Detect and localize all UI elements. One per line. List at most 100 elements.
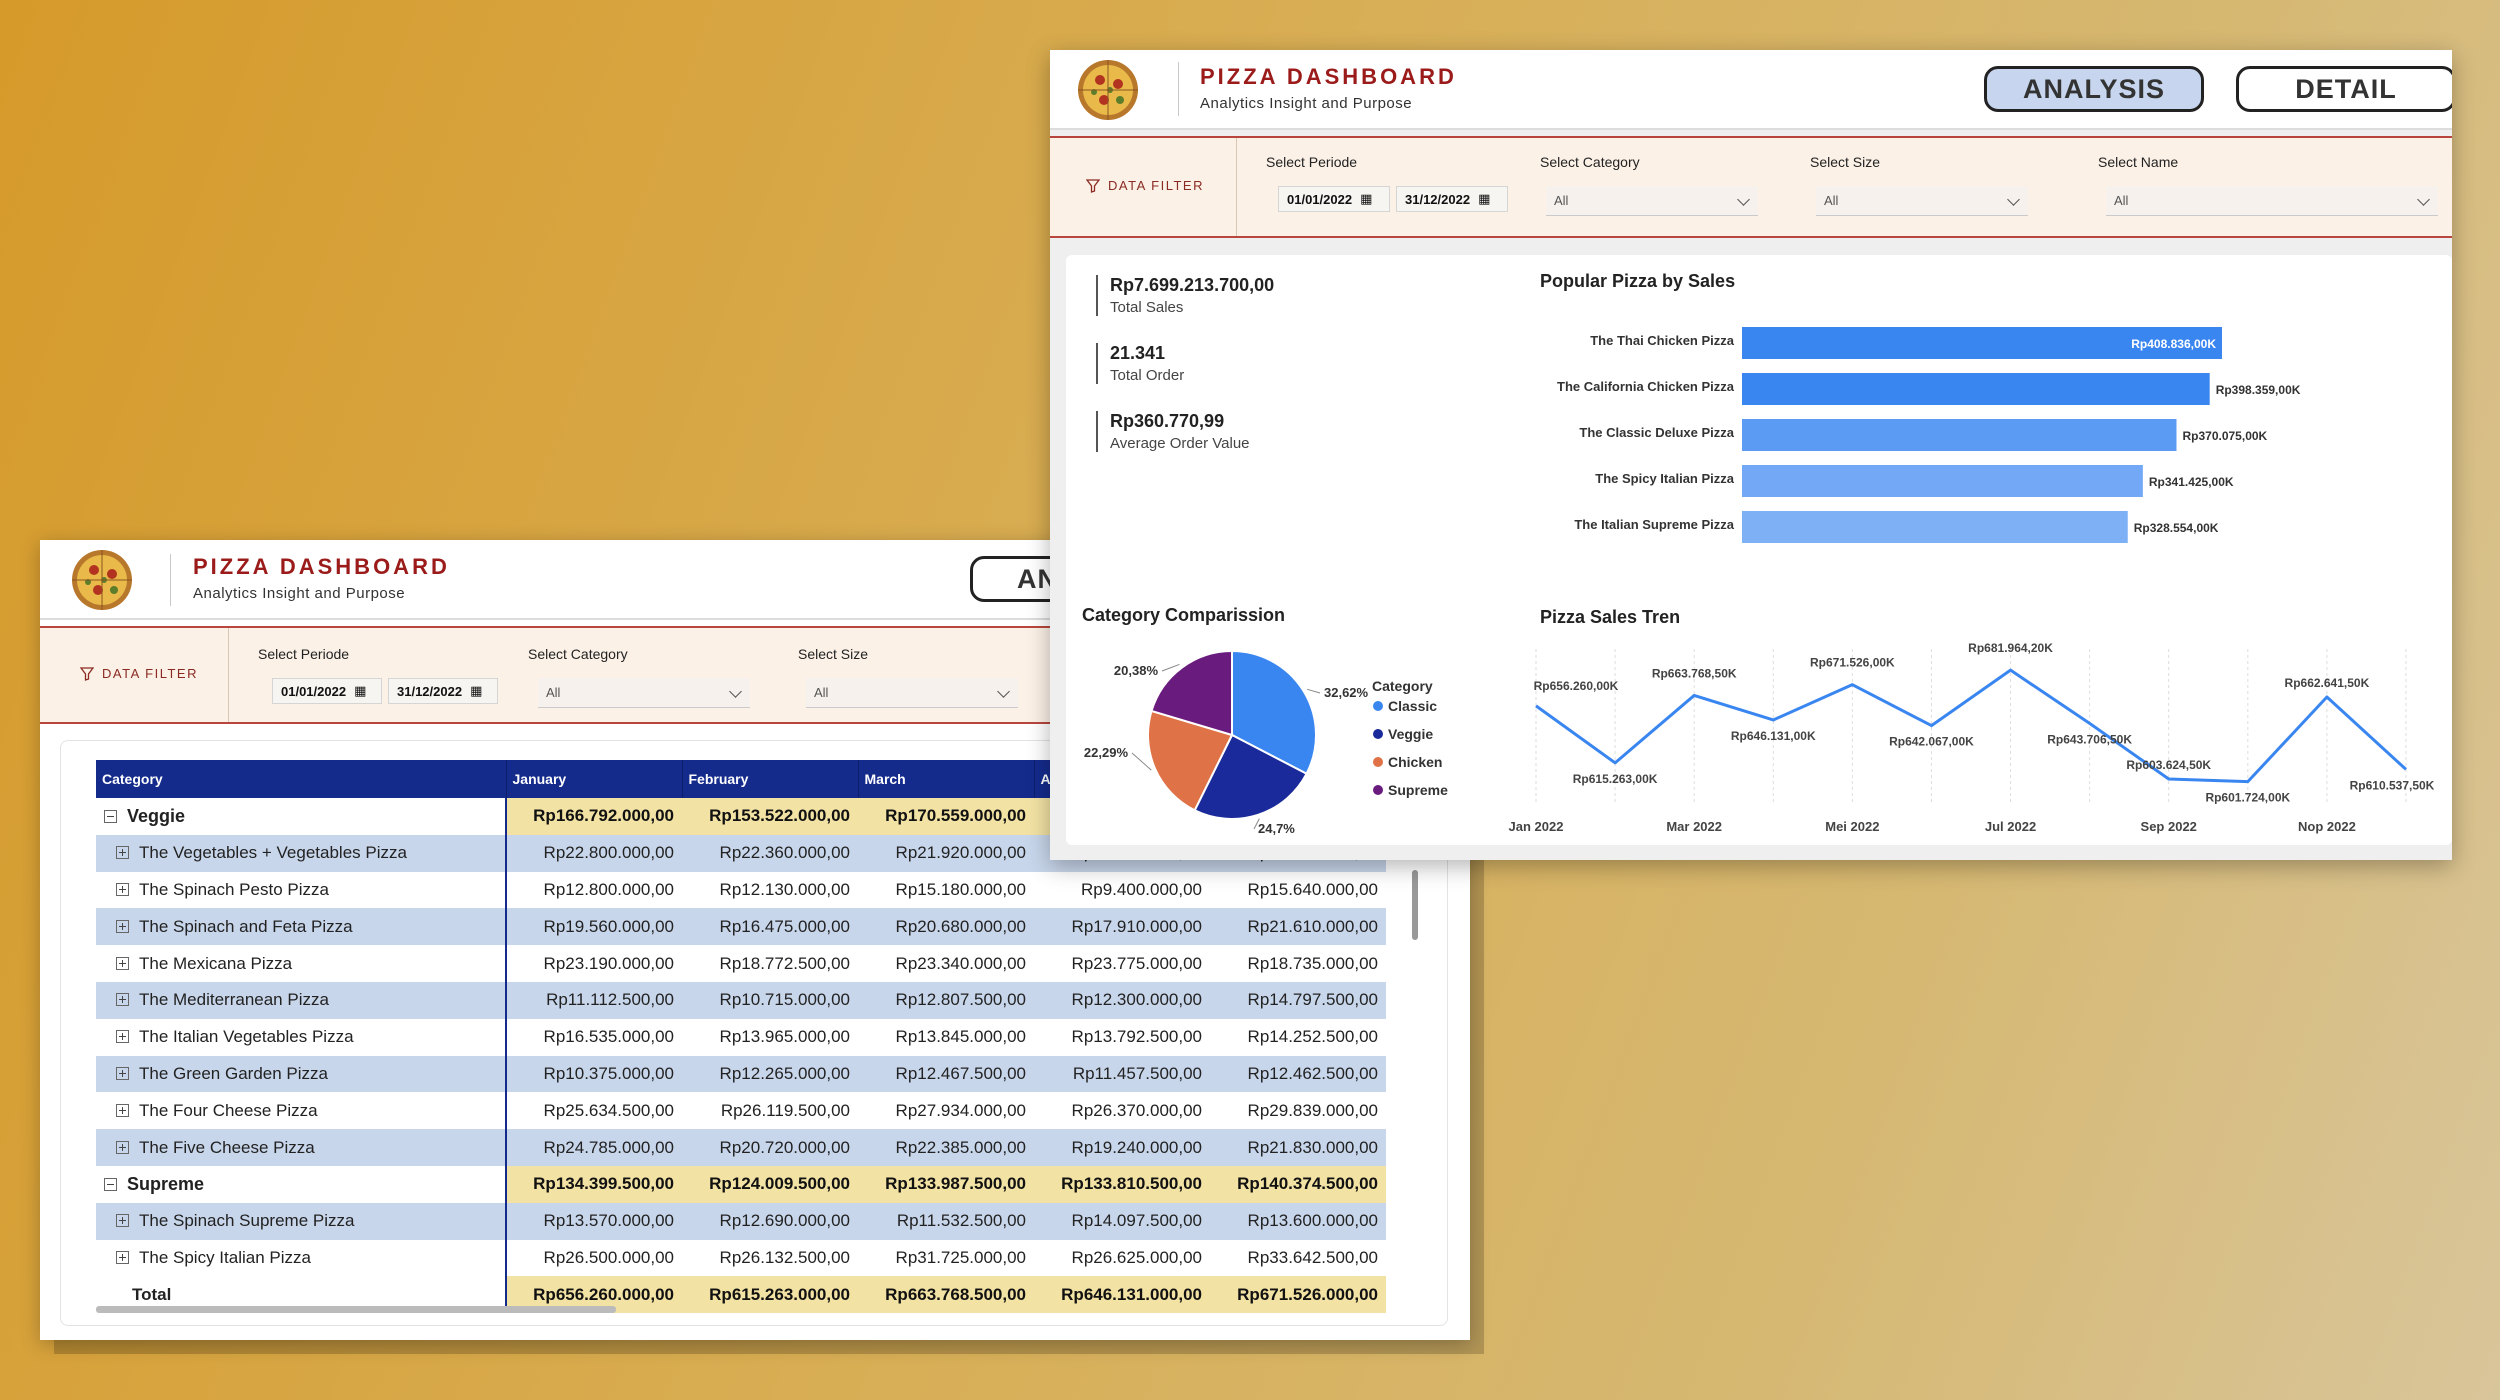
row-label-cell[interactable]: The Five Cheese Pizza [96,1129,507,1166]
detail-button[interactable]: DETAIL [2236,66,2452,112]
expand-icon[interactable] [116,1214,129,1228]
line-data-label: Rp681.964,20K [1968,641,2053,655]
value-cell: Rp12.467.500,00 [858,1055,1034,1093]
expand-icon[interactable] [116,1103,129,1117]
page-title: PIZZA DASHBOARD [193,554,450,579]
row-label-cell[interactable]: The Spicy Italian Pizza [96,1239,507,1277]
date-from-input[interactable]: 01/01/2022 ▦ [272,678,382,704]
expand-icon[interactable] [116,846,129,860]
value-cell: Rp18.772.500,00 [719,953,850,973]
date-to-input[interactable]: 31/12/2022 ▦ [388,678,498,704]
chevron-down-icon [2007,193,2020,206]
table-row[interactable]: The Mexicana Pizza Rp23.190.000,00 Rp18.77… [96,945,1386,982]
page-title: PIZZA DASHBOARD [1200,64,1457,89]
column-header[interactable]: January [506,760,683,798]
chevron-down-icon [729,685,742,698]
analysis-button[interactable]: ANALYSIS [1984,66,2204,112]
page-subtitle: Analytics Insight and Purpose [193,585,406,602]
collapse-icon[interactable] [104,1177,117,1191]
filter-divider [1236,138,1237,236]
line-data-label: Rp610.537,50K [2350,778,2435,792]
row-label-cell[interactable]: The Mediterranean Pizza [96,981,507,1019]
column-header[interactable]: March [858,760,1035,798]
row-label-cell[interactable]: The Four Cheese Pizza [96,1092,507,1130]
vertical-scrollbar[interactable] [1412,870,1418,940]
category-select-value: All [1554,193,1569,208]
expand-icon[interactable] [116,1140,129,1154]
category-select[interactable]: All [538,678,750,708]
popular-pizza-bar-chart: The Thai Chicken Pizza Rp408.836,00K The C… [1557,327,2301,543]
total-value-cell: Rp663.768.500,00 [858,1276,1034,1314]
row-label-cell[interactable]: The Vegetables + Vegetables Pizza [96,834,507,872]
size-select[interactable]: All [1816,186,2028,216]
expand-icon[interactable] [116,1250,129,1264]
table-row[interactable]: The Spinach and Feta Pizza Rp19.560.000,0… [96,908,1386,946]
column-header[interactable]: February [682,760,859,798]
column-header[interactable]: Category [96,760,507,798]
expand-icon[interactable] [116,993,129,1007]
header-divider [1178,62,1179,116]
table-row[interactable]: The Green Garden Pizza Rp10.375.000,00 Rp1… [96,1055,1386,1093]
table-row[interactable]: The Five Cheese Pizza Rp24.785.000,00 Rp20… [96,1129,1386,1166]
value-cell: Rp13.965.000,00 [719,1027,850,1047]
row-label-cell[interactable]: The Green Garden Pizza [96,1055,507,1093]
value-cell: Rp20.720.000,00 [682,1129,858,1166]
legend-item: Chicken [1388,754,1442,770]
collapse-icon[interactable] [104,809,117,823]
row-label-cell[interactable]: Supreme [96,1165,507,1203]
size-select-value: All [1824,193,1839,208]
expand-icon[interactable] [116,1066,129,1080]
filter-icon [1086,178,1100,193]
value-cell: Rp13.570.000,00 [506,1202,682,1240]
row-label: The Five Cheese Pizza [139,1137,315,1157]
expand-icon[interactable] [116,919,129,933]
date-from-input[interactable]: 01/01/2022 ▦ [1278,186,1390,212]
value-cell: Rp19.560.000,00 [506,908,682,946]
table-row[interactable]: The Four Cheese Pizza Rp25.634.500,00 Rp26… [96,1092,1386,1130]
pie-leader-line [1131,752,1152,771]
value-cell: Rp11.532.500,00 [858,1202,1034,1240]
kpi-avg-order-value: Rp360.770,99 Average Order Value [1096,411,1250,452]
row-label-cell[interactable]: Veggie [96,798,507,835]
value-cell: Rp140.374.500,00 [1210,1165,1386,1203]
date-from-value: 01/01/2022 [1287,191,1353,207]
value-cell: Rp12.300.000,00 [1034,981,1210,1019]
table-row[interactable]: The Mediterranean Pizza Rp11.112.500,00 Rp… [96,981,1386,1019]
row-label: The Italian Vegetables Pizza [139,1027,354,1047]
size-select[interactable]: All [806,678,1018,708]
table-row[interactable]: The Italian Vegetables Pizza Rp16.535.000… [96,1018,1386,1056]
table-row[interactable]: The Spinach Supreme Pizza Rp13.570.000,00… [96,1202,1386,1240]
row-label-cell[interactable]: The Spinach Supreme Pizza [96,1202,507,1240]
expand-icon[interactable] [116,1030,129,1044]
value-cell: Rp153.522.000,00 [682,798,858,835]
expand-icon[interactable] [116,882,129,896]
value-cell: Rp15.180.000,00 [895,879,1026,899]
category-select[interactable]: All [1546,186,1758,216]
value-cell: Rp12.130.000,00 [719,879,850,899]
row-label-cell[interactable]: The Mexicana Pizza [96,945,507,982]
chevron-down-icon [1737,193,1750,206]
kpi-label: Total Order [1110,367,1185,384]
row-label-cell[interactable]: The Italian Vegetables Pizza [96,1018,507,1056]
row-label-cell[interactable]: The Spinach Pesto Pizza [96,871,507,909]
bar-data-label: Rp370.075,00K [2182,429,2267,443]
name-select[interactable]: All [2106,186,2438,216]
category-label: Select Category [528,646,628,662]
line-data-label: Rp646.131,00K [1731,729,1816,743]
date-to-input[interactable]: 31/12/2022 ▦ [1396,186,1508,212]
table-row[interactable]: The Spicy Italian Pizza Rp26.500.000,00 Rp… [96,1239,1386,1277]
group-row[interactable]: Supreme Rp134.399.500,00 Rp124.009.500,00 R… [96,1165,1386,1203]
expand-icon[interactable] [116,956,129,970]
kpi-total-sales: Rp7.699.213.700,00 Total Sales [1096,275,1274,316]
trend-line [1535,668,2408,784]
value-cell: Rp14.097.500,00 [1034,1202,1210,1240]
table-row[interactable]: The Spinach Pesto Pizza Rp12.800.000,00 Rp… [96,871,1386,909]
value-cell: Rp26.370.000,00 [1071,1100,1202,1120]
data-filter-text: DATA FILTER [1108,178,1204,193]
line-data-label: Rp642.067,00K [1889,735,1974,749]
row-label-cell[interactable]: The Spinach and Feta Pizza [96,908,507,946]
horizontal-scrollbar[interactable] [96,1306,616,1313]
filter-icon [80,666,94,681]
line-data-label: Rp643.706,50K [2047,732,2132,746]
x-tick-label: Jan 2022 [1509,819,1564,834]
